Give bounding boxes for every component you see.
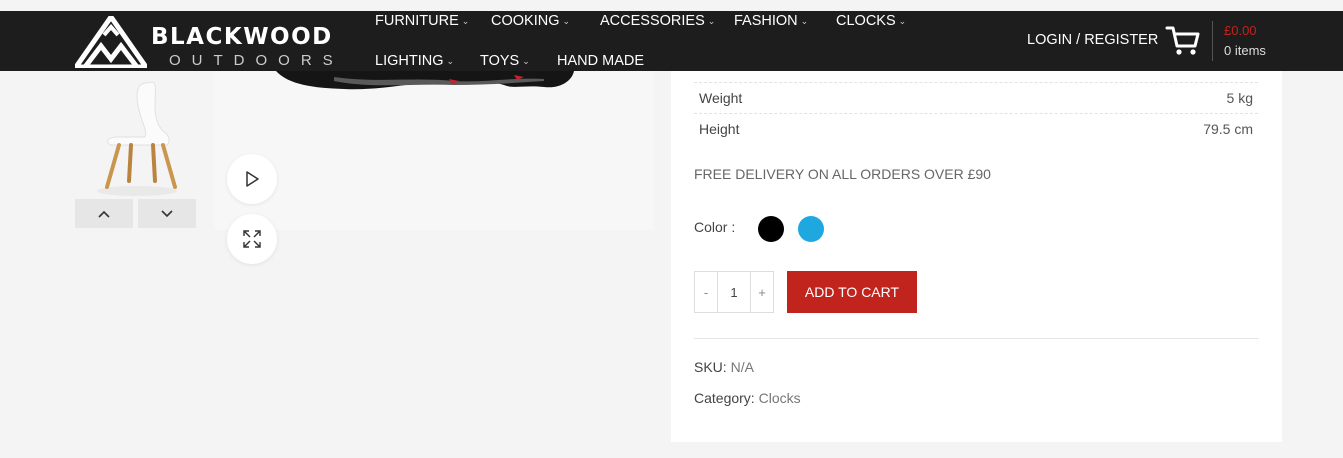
expand-icon (243, 230, 261, 248)
chevron-down-icon: ⌄ (522, 55, 530, 66)
nav-item-toys[interactable]: TOYS ⌄ (480, 53, 530, 69)
product-summary: Weight 5 kg Height 79.5 cm FREE DELIVERY… (671, 71, 1282, 442)
category-link[interactable]: Clocks (759, 390, 801, 406)
brand-logo[interactable]: BLACKWOOD OUTDOORS (75, 16, 360, 69)
nav-item-furniture[interactable]: FURNITURE ⌄ (375, 13, 469, 29)
product-thumbnail[interactable] (75, 71, 197, 198)
color-label: Color : (694, 219, 736, 235)
chevron-down-icon (161, 209, 173, 217)
category-label: Category: (694, 390, 755, 406)
shoe-image (276, 71, 574, 90)
main-product-image[interactable] (214, 71, 654, 230)
video-button[interactable] (227, 154, 277, 204)
sku-value: N/A (730, 359, 754, 375)
attribute-value: 79.5 cm (1203, 121, 1253, 137)
attribute-row-height: Height 79.5 cm (694, 113, 1258, 144)
thumbnail-prev-button[interactable] (75, 199, 133, 228)
nav-item-clocks[interactable]: CLOCKS ⌄ (836, 13, 906, 29)
chevron-down-icon: ⌄ (800, 15, 809, 26)
brand-tagline: OUTDOORS (169, 52, 344, 69)
zoom-button[interactable] (227, 214, 277, 264)
nav-label: TOYS (480, 53, 520, 69)
nav-label: FURNITURE (375, 13, 459, 29)
quantity-increase-button[interactable]: + (750, 272, 773, 312)
nav-label: CLOCKS (836, 13, 896, 29)
site-header: BLACKWOOD OUTDOORS FURNITURE ⌄ COOKING ⌄ A… (0, 11, 1343, 71)
cart-icon[interactable] (1165, 25, 1201, 57)
nav-label: ACCESSORIES (600, 13, 705, 29)
nav-item-fashion[interactable]: FASHION ⌄ (734, 13, 808, 29)
mountain-logo-icon (75, 16, 147, 68)
add-to-cart-button[interactable]: ADD TO CART (787, 271, 917, 313)
delivery-note: FREE DELIVERY ON ALL ORDERS OVER £90 (694, 166, 991, 182)
quantity-stepper: - 1 + (694, 271, 774, 313)
nav-item-lighting[interactable]: LIGHTING ⌄ (375, 53, 454, 69)
nav-item-hand-made[interactable]: HAND MADE (557, 53, 644, 69)
thumbnail-next-button[interactable] (138, 199, 196, 228)
cart-divider (1212, 21, 1213, 61)
cart-item-count[interactable]: 0 items (1224, 43, 1266, 58)
color-swatch-black[interactable] (758, 216, 784, 242)
chevron-down-icon: ⌄ (707, 15, 716, 26)
nav-label: HAND MADE (557, 53, 645, 69)
category-line: Category: Clocks (694, 390, 801, 406)
nav-label: LIGHTING (375, 53, 444, 69)
color-swatch-blue[interactable] (798, 216, 824, 242)
chevron-down-icon: ⌄ (898, 15, 907, 26)
attribute-row-weight: Weight 5 kg (694, 82, 1258, 113)
chevron-down-icon: ⌄ (461, 15, 470, 26)
sku-line: SKU: N/A (694, 359, 754, 375)
chevron-down-icon: ⌄ (446, 55, 455, 66)
login-register-link[interactable]: LOGIN / REGISTER (1027, 32, 1158, 48)
chevron-down-icon: ⌄ (562, 15, 571, 26)
attribute-value: 5 kg (1226, 90, 1253, 106)
nav-label: FASHION (734, 13, 798, 29)
nav-item-accessories[interactable]: ACCESSORIES ⌄ (600, 13, 715, 29)
sku-label: SKU: (694, 359, 727, 375)
play-icon (246, 171, 259, 187)
chevron-up-icon (98, 210, 110, 218)
brand-name: BLACKWOOD (151, 24, 333, 50)
nav-item-cooking[interactable]: COOKING ⌄ (491, 13, 570, 29)
attribute-label: Height (699, 121, 740, 137)
attribute-label: Weight (699, 90, 743, 106)
divider (694, 338, 1259, 339)
top-strip (0, 0, 1343, 11)
quantity-decrease-button[interactable]: - (695, 272, 718, 312)
chair-image (97, 81, 177, 196)
nav-label: COOKING (491, 13, 560, 29)
quantity-input[interactable]: 1 (718, 272, 750, 312)
cart-total[interactable]: £0.00 (1224, 23, 1257, 38)
